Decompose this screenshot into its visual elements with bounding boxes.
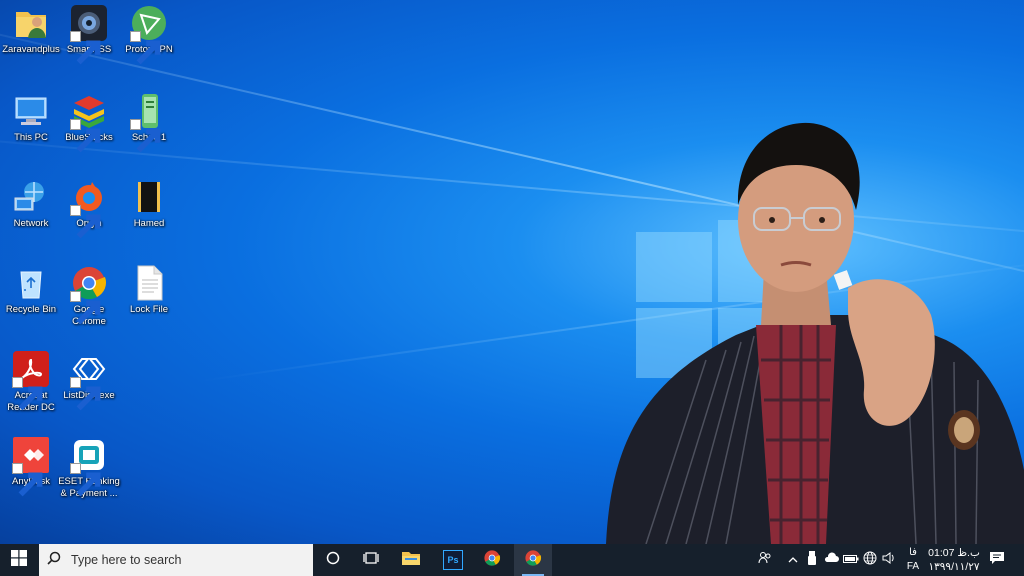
windows-logo-icon xyxy=(11,549,27,571)
speaker-icon xyxy=(882,551,896,569)
computer-icon xyxy=(12,92,50,130)
taskbar-search-box[interactable] xyxy=(39,544,313,576)
desktop-icon-label: This PC xyxy=(14,132,48,143)
timeline-button[interactable] xyxy=(354,544,388,576)
shortcut-arrow-icon xyxy=(70,377,101,411)
taskbar-chrome-active[interactable] xyxy=(514,544,552,576)
desktop-icon-label: Network xyxy=(13,218,49,229)
folder-icon xyxy=(130,178,168,216)
origin-icon xyxy=(70,178,108,239)
acrobat-icon xyxy=(12,350,50,411)
desktop-icon-label: Lock File xyxy=(129,304,168,315)
task-view-button[interactable] xyxy=(316,544,350,576)
people-icon xyxy=(758,551,772,570)
chrome-icon xyxy=(483,549,501,572)
network-tray-button[interactable] xyxy=(861,544,879,576)
desktop-icon-bluestacks[interactable]: BlueStacks xyxy=(58,92,120,153)
shortcut-arrow-icon xyxy=(130,31,161,65)
desktop-icon-lock-file[interactable]: Lock File xyxy=(118,264,180,316)
notification-icon xyxy=(989,551,1005,570)
text-file-icon xyxy=(130,264,168,302)
desktop-icon-label: Zaravandplus xyxy=(2,44,60,55)
shortcut-arrow-icon xyxy=(70,31,101,65)
taskbar-file-explorer[interactable] xyxy=(394,544,428,576)
vpn-icon xyxy=(130,4,168,65)
clock-time: 01:07 ب.ظ xyxy=(928,547,980,559)
desktop-icon-recycle-bin[interactable]: Recycle Bin xyxy=(0,264,62,316)
shortcut-arrow-icon xyxy=(130,119,161,153)
chrome-icon xyxy=(524,549,542,572)
photoshop-icon: Ps xyxy=(443,550,463,570)
desktop-icon-zaravandplus[interactable]: Zaravandplus xyxy=(0,4,62,56)
eset-icon xyxy=(70,436,108,497)
show-hidden-icons-button[interactable] xyxy=(784,544,802,576)
desktop-icon-label: Hamed xyxy=(133,218,165,229)
taskbar-chrome[interactable] xyxy=(475,544,509,576)
battery-tray-button[interactable] xyxy=(842,544,860,576)
folder-icon xyxy=(401,550,421,571)
start-button[interactable] xyxy=(0,544,38,576)
action-center-button[interactable] xyxy=(986,544,1008,576)
taskbar: Ps xyxy=(0,544,1024,576)
desktop-icon-this-pc[interactable]: This PC xyxy=(0,92,62,144)
desktop-icon-google-chrome[interactable]: Google Chrome xyxy=(58,264,120,328)
search-input[interactable] xyxy=(69,552,303,568)
desktop-background[interactable]: Zaravandplus This PC Network Recycle Bin… xyxy=(0,0,1024,544)
search-icon xyxy=(47,551,61,570)
battery-icon xyxy=(843,551,859,569)
desktop-icon-origin[interactable]: Origin xyxy=(58,178,120,239)
system-clock[interactable]: 01:07 ب.ظ ۱۳۹۹/۱۱/۲۷ xyxy=(928,546,980,574)
desktop-icon-anydesk[interactable]: AnyDesk xyxy=(0,436,62,497)
shortcut-arrow-icon xyxy=(70,291,101,325)
shortcut-arrow-icon xyxy=(70,205,101,239)
chevron-up-icon xyxy=(788,551,798,569)
globe-icon xyxy=(863,551,877,570)
desktop-icon-eset-banking[interactable]: ESET Banking & Payment ... xyxy=(58,436,120,500)
bluestacks-icon xyxy=(70,92,108,153)
chrome-icon xyxy=(70,264,108,325)
shortcut-arrow-icon xyxy=(70,463,101,497)
school-icon xyxy=(130,92,168,153)
shortcut-arrow-icon xyxy=(70,119,101,153)
clock-date: ۱۳۹۹/۱۱/۲۷ xyxy=(928,561,980,573)
cloud-icon xyxy=(823,551,839,569)
desktop-icon-hamed[interactable]: Hamed xyxy=(118,178,180,230)
anydesk-icon xyxy=(12,436,50,497)
presenter-video-overlay xyxy=(606,122,1024,544)
desktop-icon-network[interactable]: Network xyxy=(0,178,62,230)
people-button[interactable] xyxy=(754,544,776,576)
desktop-icon-school1[interactable]: School1 xyxy=(118,92,180,153)
taskbar-photoshop[interactable]: Ps xyxy=(436,544,470,576)
folder-user-icon xyxy=(12,4,50,42)
desktop-icon-smartpss[interactable]: SmartPSS xyxy=(58,4,120,65)
listdisk-icon xyxy=(70,350,108,411)
volume-tray-button[interactable] xyxy=(880,544,898,576)
network-icon xyxy=(12,178,50,216)
shortcut-arrow-icon xyxy=(12,463,43,497)
usb-tray-button[interactable] xyxy=(804,544,820,576)
desktop-icon-acrobat[interactable]: Acrobat Reader DC xyxy=(0,350,62,414)
camera-icon xyxy=(70,4,108,65)
input-language-indicator[interactable]: فا FA xyxy=(902,546,924,574)
onedrive-tray-button[interactable] xyxy=(822,544,840,576)
task-view-icon xyxy=(326,551,340,570)
shortcut-arrow-icon xyxy=(12,377,43,411)
timeline-icon xyxy=(363,551,379,570)
recycle-bin-icon xyxy=(12,264,50,302)
desktop-icon-label: Recycle Bin xyxy=(5,304,57,315)
desktop-icon-protonvpn[interactable]: ProtonVPN xyxy=(118,4,180,65)
desktop-icon-listdisk[interactable]: ListDisk.exe xyxy=(58,350,120,411)
usb-drive-icon xyxy=(808,550,816,570)
